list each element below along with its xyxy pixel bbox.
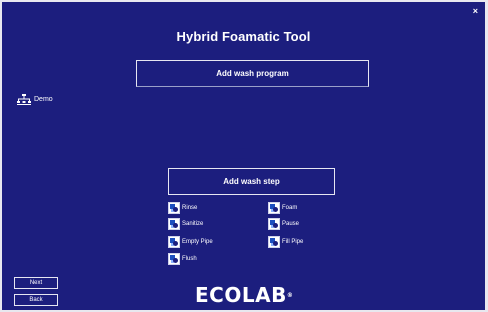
step-rinse[interactable]: Rinse	[168, 202, 197, 214]
step-label: Sanitize	[182, 221, 204, 227]
step-label: Foam	[282, 205, 298, 211]
add-wash-step-button[interactable]: Add wash step	[168, 168, 335, 195]
step-fill-pipe[interactable]: Fill Pipe	[268, 236, 303, 248]
tree-node-icon	[17, 94, 31, 105]
program-name: Demo	[34, 96, 53, 103]
next-button[interactable]: Next	[14, 277, 58, 289]
step-label: Pause	[282, 221, 300, 227]
wash-step-icon	[268, 236, 280, 248]
ecolab-logo: ECOLAB®	[195, 284, 293, 306]
wash-step-palette: Rinse Foam Sanitize Pause Empty Pipe Fil…	[168, 202, 338, 272]
app-window: × Hybrid Foamatic Tool Add wash program …	[0, 0, 488, 312]
logo-text: ECOLAB	[195, 283, 287, 307]
wash-step-icon	[268, 202, 280, 214]
program-tree-item[interactable]: Demo	[17, 94, 53, 105]
step-pause[interactable]: Pause	[268, 218, 299, 230]
wash-step-icon	[168, 218, 180, 230]
step-label: Rinse	[182, 205, 198, 211]
wash-step-icon	[268, 218, 280, 230]
registered-mark: ®	[286, 292, 293, 299]
step-foam[interactable]: Foam	[268, 202, 297, 214]
step-label: Empty Pipe	[182, 239, 213, 245]
step-empty-pipe[interactable]: Empty Pipe	[168, 236, 213, 248]
close-icon[interactable]: ×	[473, 6, 478, 16]
step-flush[interactable]: Flush	[168, 253, 197, 265]
add-wash-program-button[interactable]: Add wash program	[136, 60, 369, 87]
step-label: Flush	[182, 256, 197, 262]
wash-step-icon	[168, 253, 180, 265]
wash-step-icon	[168, 236, 180, 248]
wash-step-icon	[168, 202, 180, 214]
step-sanitize[interactable]: Sanitize	[168, 218, 203, 230]
page-title: Hybrid Foamatic Tool	[176, 29, 311, 44]
step-label: Fill Pipe	[282, 239, 304, 245]
back-button[interactable]: Back	[14, 294, 58, 306]
